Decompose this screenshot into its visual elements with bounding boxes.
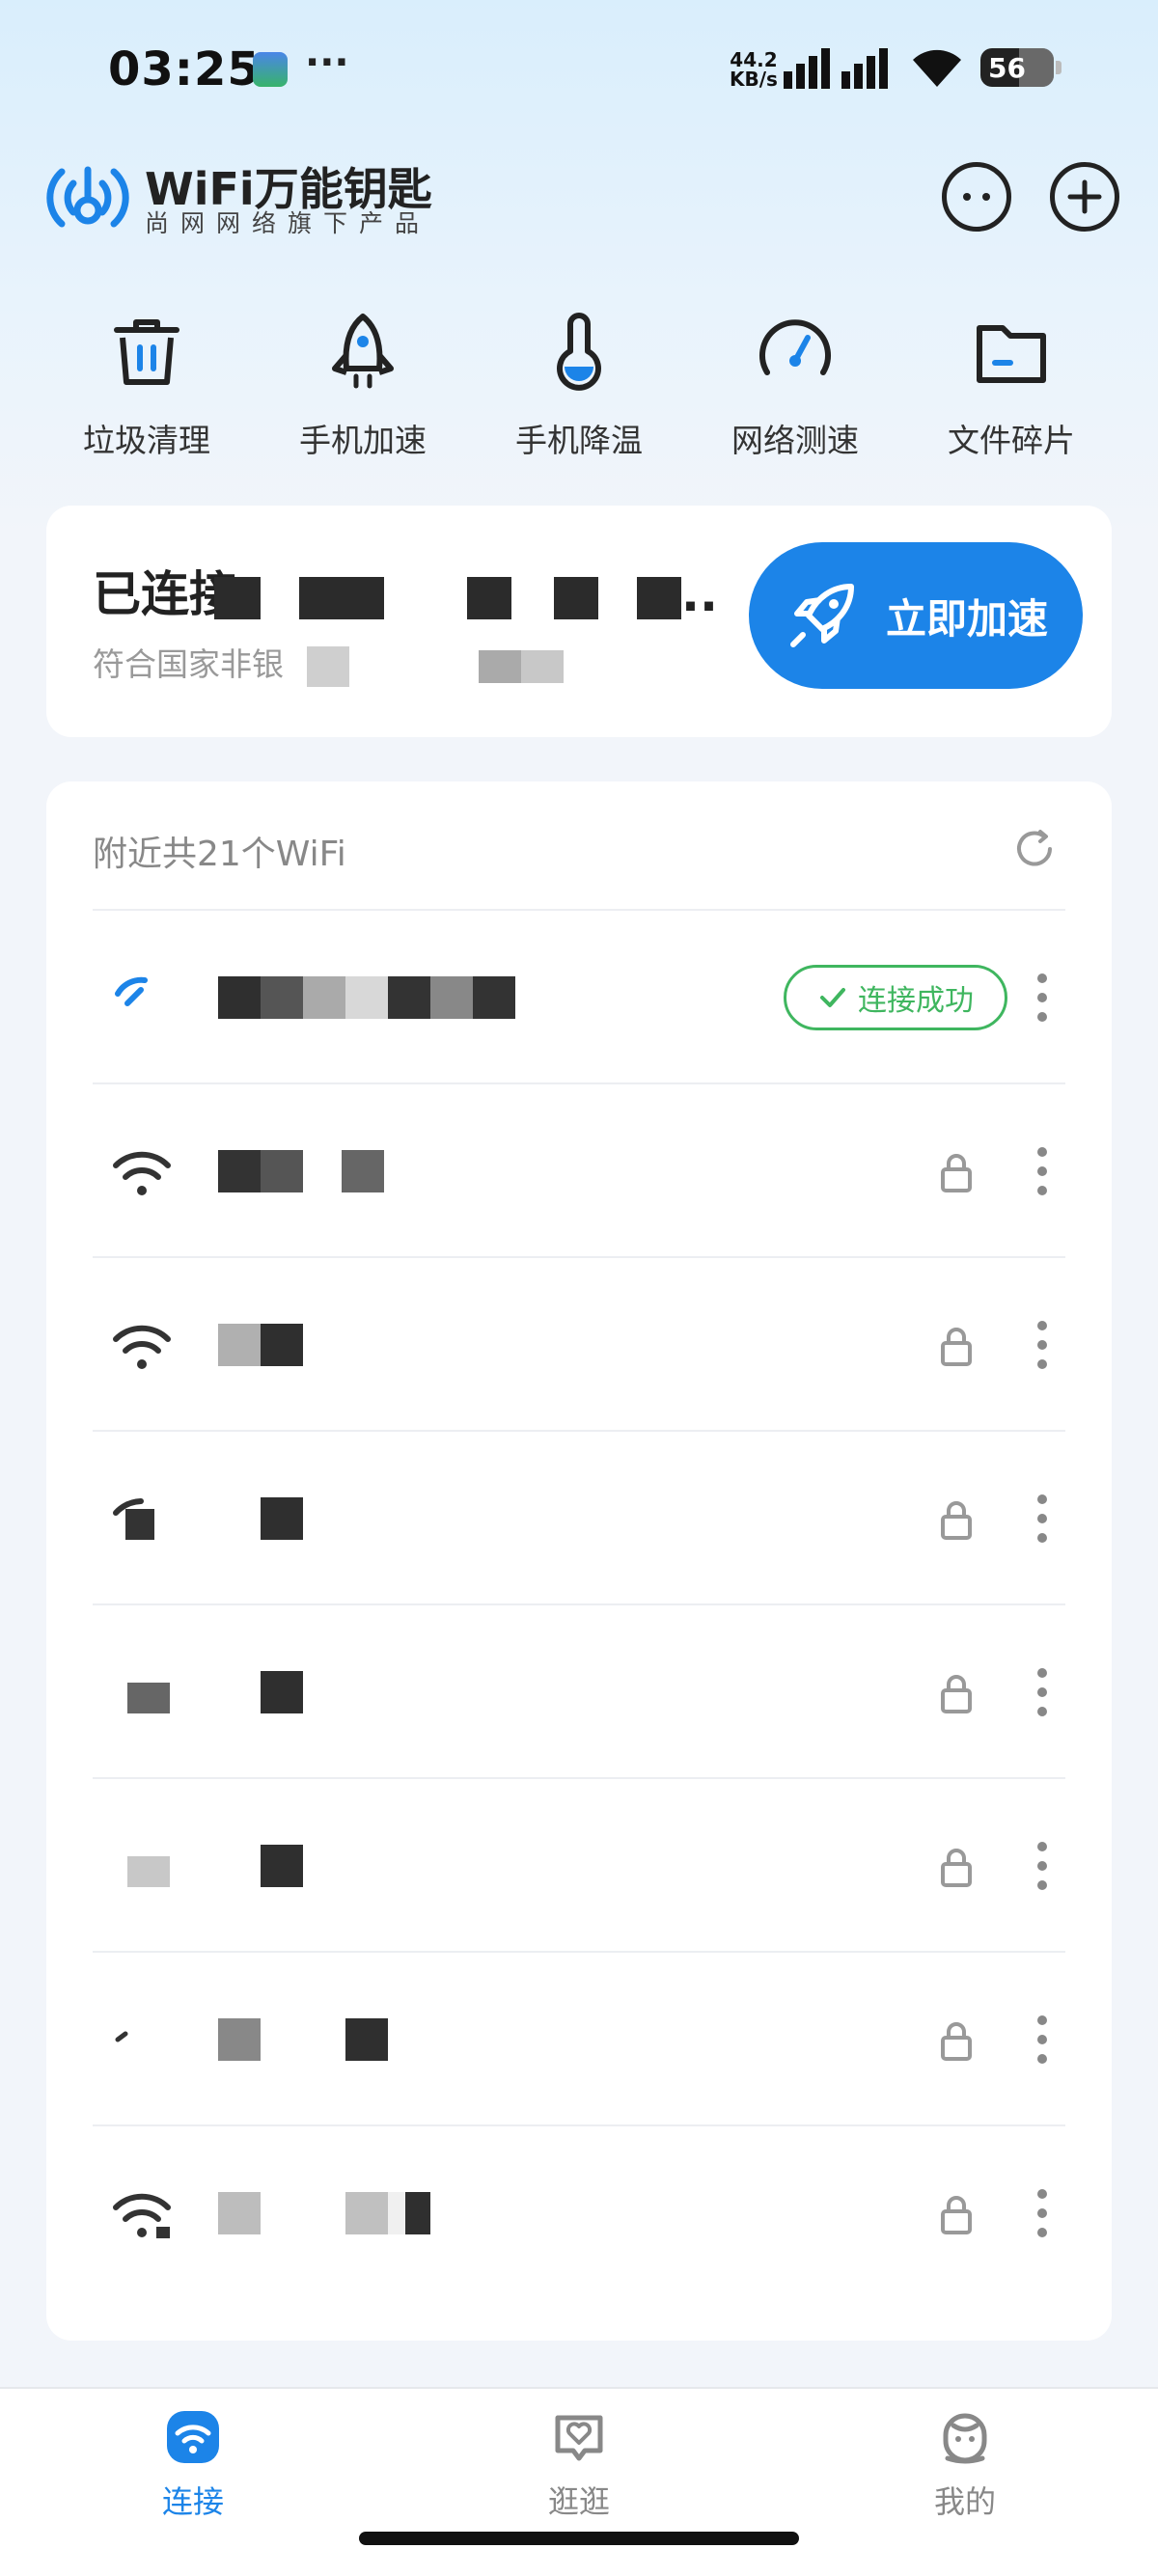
wifi-signal-icon xyxy=(127,1683,170,1713)
tab-connect[interactable]: 连接 xyxy=(96,2408,290,2522)
wifi-row[interactable] xyxy=(93,1777,1065,1951)
notification-app-icon xyxy=(253,52,288,87)
more-options-icon[interactable] xyxy=(1033,967,1052,1028)
more-options-icon[interactable] xyxy=(1033,1835,1052,1897)
brand-subtitle: 尚网网络旗下产品 xyxy=(145,209,431,237)
thermometer-icon xyxy=(557,313,601,391)
connected-wifi-card: 已连接.. 符合国家非银 立即加速 xyxy=(46,506,1112,737)
speedometer-icon xyxy=(759,319,831,375)
wifi-row[interactable] xyxy=(93,1082,1065,1256)
more-options-icon[interactable] xyxy=(1033,2182,1052,2244)
profile-face-icon xyxy=(943,2413,987,2464)
wifi-signal-icon xyxy=(113,2193,171,2238)
tool-phone-cooling[interactable]: 手机降温 xyxy=(471,309,687,473)
wifi-row[interactable] xyxy=(93,1256,1065,1430)
message-button[interactable] xyxy=(942,162,1011,232)
wifi-signal-icon xyxy=(113,1151,171,1195)
tool-phone-boost[interactable]: 手机加速 xyxy=(255,309,471,473)
lock-icon xyxy=(941,1675,972,1713)
status-bar: 03:25 ··· 44.2 KB/s 56 xyxy=(0,0,1158,145)
connected-success-badge: 连接成功 xyxy=(784,965,1007,1030)
tab-browse[interactable]: 逛逛 xyxy=(482,2408,676,2522)
folder-icon xyxy=(977,325,1046,383)
wifi-row[interactable] xyxy=(93,1430,1065,1603)
network-speed: 44.2 KB/s xyxy=(730,48,778,91)
tool-trash-cleanup[interactable]: 垃圾清理 xyxy=(39,309,255,473)
rocket-icon xyxy=(332,314,394,389)
wifi-status-icon xyxy=(913,49,961,87)
bottom-tab-bar: 连接 逛逛 我的 xyxy=(0,2387,1158,2576)
wifi-ssid-masked xyxy=(218,1669,303,1715)
tool-network-speedtest[interactable]: 网络测速 xyxy=(687,309,903,473)
more-notifications: ··· xyxy=(305,41,349,85)
more-options-icon[interactable] xyxy=(1033,1661,1052,1723)
check-icon xyxy=(820,988,845,1007)
wifi-signal-icon xyxy=(115,976,148,1006)
chat-bubble-icon xyxy=(963,193,990,201)
signal-bars-icon xyxy=(784,48,888,89)
lock-icon xyxy=(941,1328,972,1366)
trash-icon xyxy=(114,319,179,385)
battery-indicator: 56 xyxy=(980,48,1062,87)
more-options-icon[interactable] xyxy=(1033,2009,1052,2070)
lock-icon xyxy=(941,1849,972,1887)
wifi-ssid-masked xyxy=(218,1495,303,1542)
connected-description: 符合国家非银 xyxy=(93,639,564,687)
connected-title: 已连接.. xyxy=(93,566,718,622)
nearby-wifi-count: 附近共21个WiFi xyxy=(93,835,346,874)
wifi-row[interactable] xyxy=(93,2124,1065,2298)
add-button[interactable] xyxy=(1050,162,1119,232)
wifi-ssid-masked xyxy=(218,1148,384,1194)
more-options-icon[interactable] xyxy=(1033,1314,1052,1376)
lock-icon xyxy=(941,1154,972,1192)
tool-file-fragments[interactable]: 文件碎片 xyxy=(903,309,1119,473)
boost-now-button[interactable]: 立即加速 xyxy=(749,542,1083,689)
lock-icon xyxy=(941,1501,972,1540)
more-options-icon[interactable] xyxy=(1033,1140,1052,1202)
wifi-row[interactable] xyxy=(93,1603,1065,1777)
status-time: 03:25 xyxy=(108,42,261,96)
refresh-icon[interactable] xyxy=(1011,826,1058,872)
wifi-ssid-masked xyxy=(218,2016,388,2063)
tools-row: 垃圾清理 手机加速 手机降温 网络测速 文件碎片 xyxy=(39,309,1119,473)
wifi-ssid-masked xyxy=(218,1843,303,1889)
wifi-ssid-masked xyxy=(218,974,515,1021)
wifi-rows: 连接成功 xyxy=(93,909,1065,2298)
wifi-signal-icon xyxy=(113,1498,154,1540)
wifi-ssid-masked xyxy=(218,1322,303,1368)
wifi-signal-icon xyxy=(113,1325,171,1369)
plus-icon xyxy=(1067,179,1102,214)
tab-me[interactable]: 我的 xyxy=(868,2408,1062,2522)
heart-chat-icon xyxy=(555,2415,603,2461)
lock-icon xyxy=(941,2022,972,2061)
more-options-icon[interactable] xyxy=(1033,1488,1052,1549)
nearby-wifi-list: 附近共21个WiFi 连接成功 xyxy=(46,781,1112,2341)
lock-icon xyxy=(941,2196,972,2234)
wifi-key-logo-icon xyxy=(46,166,129,228)
wifi-connect-icon xyxy=(167,2411,219,2463)
rocket-icon xyxy=(789,584,854,647)
home-indicator xyxy=(359,2532,799,2545)
wifi-ssid-masked xyxy=(218,2190,430,2236)
wifi-row[interactable] xyxy=(93,1951,1065,2124)
wifi-row[interactable]: 连接成功 xyxy=(93,909,1065,1082)
wifi-signal-icon xyxy=(115,2031,128,2042)
wifi-signal-icon xyxy=(127,1856,170,1887)
